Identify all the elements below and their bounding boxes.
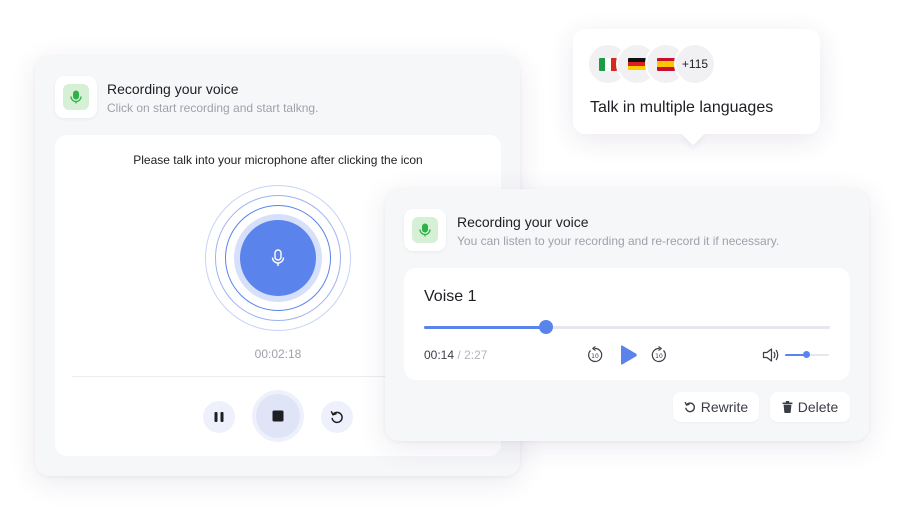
trash-icon bbox=[782, 401, 793, 413]
forward-10-button[interactable]: 10 bbox=[649, 345, 669, 365]
reset-icon bbox=[330, 411, 343, 424]
more-languages-badge: +115 bbox=[674, 43, 716, 85]
volume-icon bbox=[762, 348, 779, 362]
current-time: 00:14 bbox=[424, 348, 455, 362]
stop-icon bbox=[272, 410, 284, 422]
recording-subtitle: Click on start recording and start talkn… bbox=[107, 101, 319, 115]
playback-app-icon bbox=[404, 209, 446, 251]
rewind-10-icon: 10 bbox=[588, 346, 603, 363]
playback-time: 00:14 / 2:27 bbox=[424, 348, 487, 362]
pause-button[interactable] bbox=[203, 401, 235, 433]
recording-name: Voise 1 bbox=[424, 288, 477, 305]
recording-app-icon bbox=[55, 76, 97, 118]
player-panel: Voise 1 00:14 / 2:27 10 10 bbox=[404, 268, 850, 380]
svg-text:10: 10 bbox=[591, 353, 599, 360]
stop-button[interactable] bbox=[256, 394, 300, 438]
microphone-icon bbox=[419, 223, 431, 237]
volume-button[interactable] bbox=[761, 345, 781, 365]
microphone-icon bbox=[70, 90, 82, 104]
recording-instruction: Please talk into your microphone after c… bbox=[133, 153, 423, 167]
volume-slider[interactable] bbox=[785, 351, 829, 358]
delete-button[interactable]: Delete bbox=[770, 392, 850, 422]
play-button[interactable] bbox=[615, 342, 641, 368]
reset-icon bbox=[684, 401, 695, 413]
more-languages-count: +115 bbox=[681, 57, 709, 71]
reset-button[interactable] bbox=[321, 401, 353, 433]
progress-fill bbox=[424, 326, 546, 329]
svg-text:10: 10 bbox=[655, 353, 663, 360]
recording-title: Recording your voice bbox=[107, 81, 239, 97]
play-icon bbox=[621, 345, 637, 365]
rewrite-label: Rewrite bbox=[700, 399, 749, 415]
progress-handle[interactable] bbox=[538, 320, 553, 334]
playback-subtitle: You can listen to your recording and re-… bbox=[457, 234, 780, 248]
total-time: 2:27 bbox=[464, 348, 488, 362]
forward-10-icon: 10 bbox=[651, 346, 666, 363]
rewrite-button[interactable]: Rewrite bbox=[673, 392, 759, 422]
playback-card: Recording your voice You can listen to y… bbox=[385, 189, 869, 441]
microphone-icon bbox=[271, 249, 285, 266]
pause-icon bbox=[214, 412, 224, 422]
languages-label: Talk in multiple languages bbox=[590, 99, 774, 116]
languages-bubble: +115 Talk in multiple languages bbox=[573, 29, 820, 134]
time-separator: / bbox=[457, 348, 461, 362]
record-button[interactable] bbox=[240, 220, 316, 296]
delete-label: Delete bbox=[797, 399, 839, 415]
playback-title: Recording your voice bbox=[457, 214, 589, 230]
progress-slider[interactable] bbox=[424, 320, 830, 334]
rewind-10-button[interactable]: 10 bbox=[585, 345, 605, 365]
volume-handle[interactable] bbox=[803, 351, 811, 358]
